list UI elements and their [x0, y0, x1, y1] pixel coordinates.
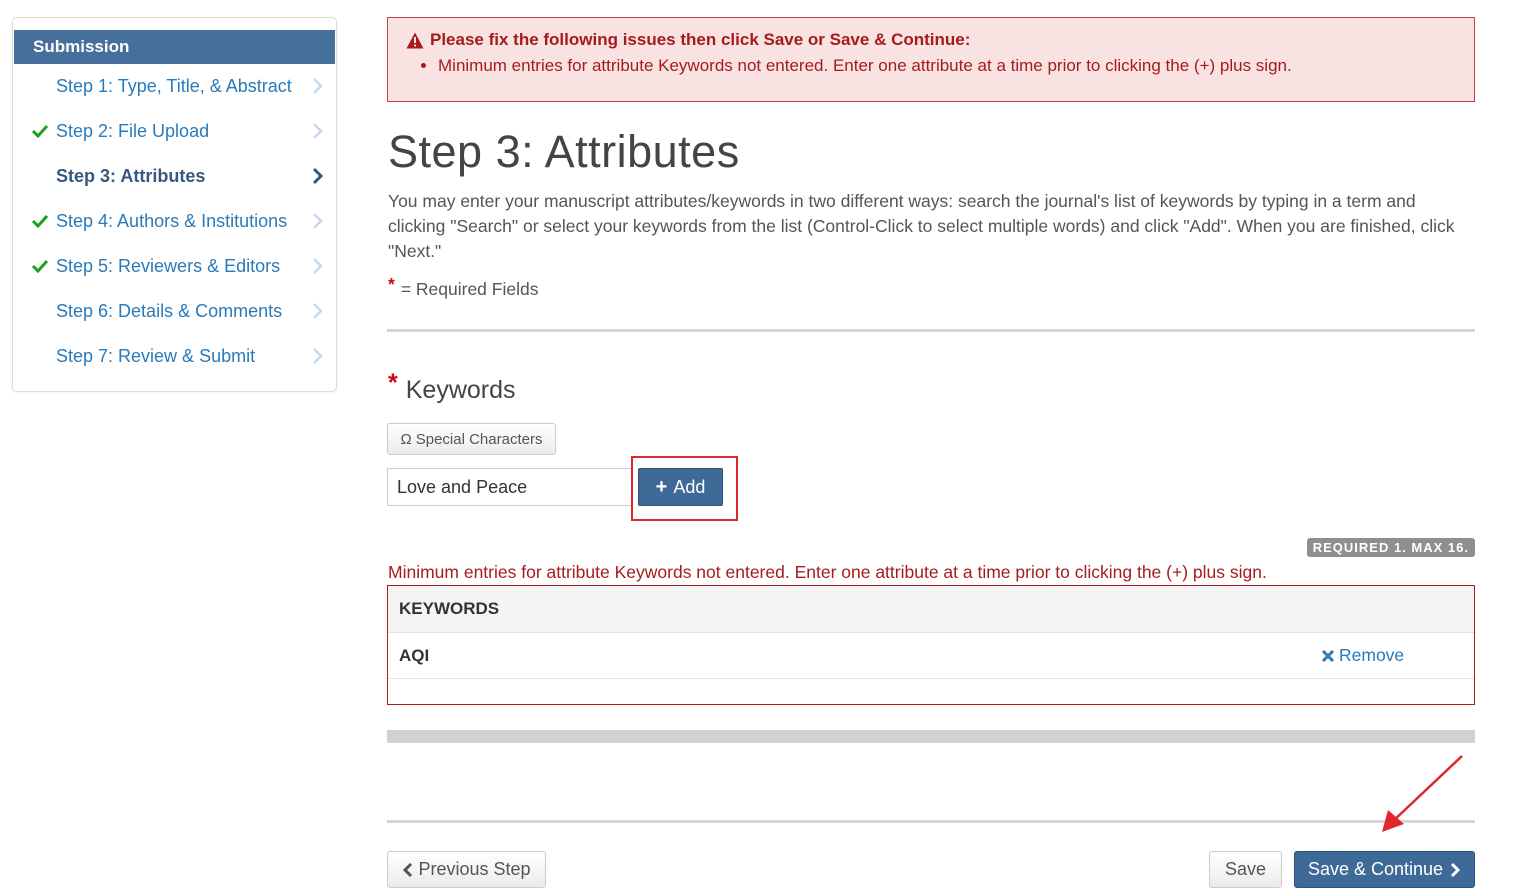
previous-step-label: Previous Step — [418, 859, 531, 879]
submission-sidebar: Submission Step 1: Type, Title, & Abstra… — [12, 17, 337, 392]
alert-title-text: Please fix the following issues then cli… — [430, 30, 971, 49]
special-characters-button[interactable]: Ω Special Characters — [387, 423, 556, 455]
chevron-left-icon — [403, 862, 413, 877]
remove-keyword-link[interactable]: Remove — [1321, 645, 1404, 666]
checkmark-icon — [31, 124, 49, 139]
keyword-input[interactable] — [387, 468, 633, 506]
chevron-right-icon — [313, 78, 323, 94]
plus-icon: + — [655, 476, 668, 498]
alert-title: Please fix the following issues then cli… — [406, 30, 1456, 50]
keywords-table: KEYWORDS AQI Remove — [387, 585, 1475, 705]
sidebar-step-list: Step 1: Type, Title, & Abstract Step 2: … — [13, 64, 336, 379]
page-title: Step 3: Attributes — [388, 126, 740, 177]
sidebar-item-label: Step 1: Type, Title, & Abstract — [56, 76, 292, 96]
divider — [387, 329, 1475, 332]
chevron-right-icon — [1450, 862, 1461, 877]
warning-icon — [406, 32, 424, 48]
alert-message: Minimum entries for attribute Keywords n… — [438, 56, 1456, 76]
required-fields-note: * = Required Fields — [388, 274, 539, 300]
add-label: Add — [673, 476, 706, 497]
sidebar-item-step-1[interactable]: Step 1: Type, Title, & Abstract — [13, 64, 336, 109]
sidebar-item-label: Step 5: Reviewers & Editors — [56, 256, 281, 276]
annotation-arrow-icon — [1382, 755, 1463, 832]
sidebar-item-step-7[interactable]: Step 7: Review & Submit — [13, 334, 336, 379]
sidebar-item-label: Step 4: Authors & Institutions — [56, 211, 288, 231]
save-and-continue-label: Save & Continue — [1307, 859, 1444, 879]
chevron-right-icon — [312, 167, 324, 185]
chevron-right-icon — [313, 258, 323, 274]
special-characters-label: Special Characters — [415, 430, 543, 448]
keyword-value: AQI — [399, 645, 430, 665]
chevron-right-icon — [313, 303, 323, 319]
keywords-section-title: * Keywords — [388, 369, 516, 405]
add-keyword-button[interactable]: + Add — [638, 468, 723, 506]
required-star: * — [388, 274, 395, 294]
divider — [387, 820, 1475, 823]
sidebar-item-label: Step 3: Attributes — [56, 166, 206, 186]
chevron-right-icon — [313, 348, 323, 364]
keywords-table-header: KEYWORDS — [388, 586, 1474, 633]
sidebar-item-step-5[interactable]: Step 5: Reviewers & Editors — [13, 244, 336, 289]
checkmark-icon — [31, 259, 49, 274]
sidebar-item-label: Step 6: Details & Comments — [56, 301, 283, 321]
chevron-right-icon — [313, 123, 323, 139]
omega-icon: Ω — [400, 430, 412, 448]
error-alert: Please fix the following issues then cli… — [387, 17, 1475, 102]
sidebar-header: Submission — [14, 30, 335, 64]
save-button[interactable]: Save — [1209, 851, 1282, 888]
intro-text: You may enter your manuscript attributes… — [388, 191, 1455, 261]
required-fields-text: = Required Fields — [400, 279, 539, 299]
required-badge: REQUIRED 1. MAX 16. — [1306, 538, 1475, 557]
sidebar-item-step-3[interactable]: Step 3: Attributes — [13, 154, 336, 199]
previous-step-button[interactable]: Previous Step — [387, 851, 546, 888]
sidebar-item-step-4[interactable]: Step 4: Authors & Institutions — [13, 199, 336, 244]
sidebar-item-step-2[interactable]: Step 2: File Upload — [13, 109, 336, 154]
keywords-error-message: Minimum entries for attribute Keywords n… — [388, 562, 1267, 582]
table-row: AQI Remove — [388, 633, 1474, 679]
sidebar-item-label: Step 2: File Upload — [56, 121, 210, 141]
close-icon — [1321, 649, 1335, 662]
sidebar-item-step-6[interactable]: Step 6: Details & Comments — [13, 289, 336, 334]
checkmark-icon — [31, 214, 49, 229]
section-separator-bar — [387, 730, 1475, 743]
sidebar-item-label: Step 7: Review & Submit — [56, 346, 256, 366]
alert-message-list: Minimum entries for attribute Keywords n… — [406, 56, 1456, 76]
keywords-title-text: Keywords — [405, 376, 516, 404]
required-star: * — [388, 369, 398, 397]
chevron-right-icon — [313, 213, 323, 229]
remove-label: Remove — [1339, 645, 1405, 665]
save-and-continue-button[interactable]: Save & Continue — [1294, 851, 1475, 888]
